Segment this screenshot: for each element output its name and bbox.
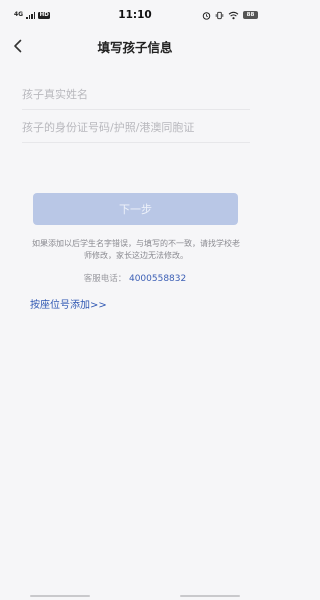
- battery-icon: 88: [243, 11, 258, 19]
- alarm-icon: [202, 11, 211, 20]
- network-type-label: 4G: [14, 11, 24, 18]
- back-button[interactable]: [6, 34, 30, 58]
- page-title: 填写孩子信息: [97, 39, 173, 55]
- status-right-group: 88: [202, 11, 258, 20]
- home-indicator-right: [180, 595, 240, 597]
- nav-bar: 填写孩子信息: [0, 30, 270, 62]
- next-step-button[interactable]: 下一步: [33, 193, 238, 225]
- child-id-input[interactable]: [22, 113, 250, 142]
- chevron-left-icon: [14, 39, 22, 53]
- customer-service: 客服电话： 4000558832: [0, 273, 270, 285]
- home-indicator-left: [30, 595, 90, 597]
- hd-badge: HD: [38, 11, 51, 19]
- child-name-field: [22, 80, 250, 110]
- service-phone-link[interactable]: 4000558832: [129, 274, 186, 284]
- signal-icon: [26, 11, 36, 19]
- notice-text: 如果添加以后学生名字错误，与填写的不一致，请找学校老师修改，家长这边无法修改。: [32, 239, 240, 260]
- wifi-icon: [228, 11, 239, 19]
- status-left-group: 4G HD: [14, 11, 51, 19]
- vibrate-icon: [215, 11, 224, 19]
- status-bar: 4G HD 88: [0, 0, 270, 30]
- child-id-field: [22, 113, 250, 143]
- add-by-seat-link[interactable]: 按座位号添加>>: [30, 299, 107, 313]
- service-label: 客服电话：: [83, 274, 127, 284]
- child-name-input[interactable]: [22, 80, 250, 109]
